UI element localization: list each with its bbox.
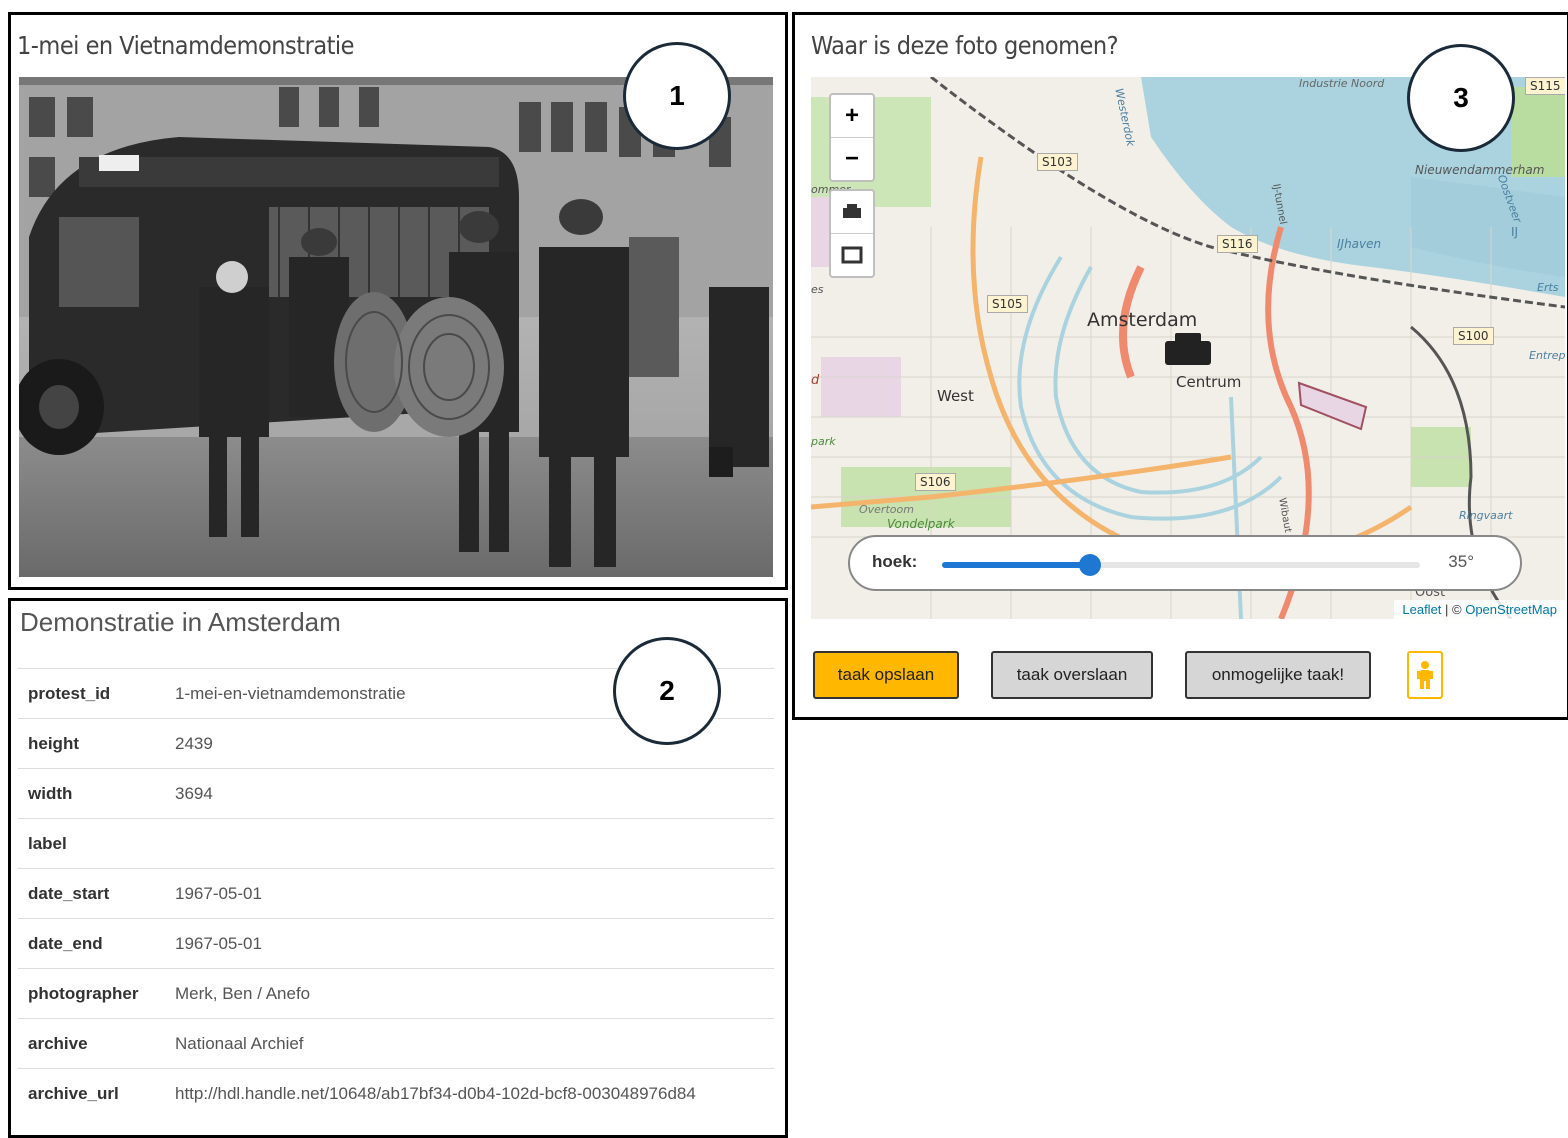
row-value: 1967-05-01 — [165, 868, 774, 919]
row-key: label — [18, 818, 165, 869]
map-panel: Waar is deze foto genomen? 3 Amsterdam C… — [792, 12, 1568, 720]
historic-photo — [19, 77, 773, 577]
step-badge-3: 3 — [1407, 44, 1515, 152]
row-value: Nationaal Archief — [165, 1018, 774, 1069]
angle-label: hoek: — [872, 552, 918, 571]
map-attribution: Leaflet | © OpenStreetMap — [1394, 600, 1565, 619]
road-shield-s103: S103 — [1037, 153, 1078, 171]
photo-title: 1-mei en Vietnamdemonstratie — [17, 31, 355, 60]
impossible-task-button[interactable]: onmogelijke taak! — [1185, 651, 1371, 699]
skip-task-button[interactable]: taak overslaan — [991, 651, 1153, 699]
road-shield-s100: S100 — [1453, 327, 1494, 345]
angle-value: 35° — [1448, 552, 1474, 571]
map-view[interactable]: Amsterdam Centrum West Nieuwendammerham … — [811, 77, 1565, 619]
map-label-overtoom: Overtoom — [859, 503, 914, 516]
row-value: http://hdl.handle.net/10648/ab17bf34-d0b… — [165, 1068, 774, 1118]
map-label-amsterdam: Amsterdam — [1087, 309, 1198, 331]
map-label-ij: IJ — [1511, 225, 1519, 239]
street-view-button[interactable] — [1407, 651, 1443, 699]
angle-slider-thumb[interactable] — [1079, 554, 1102, 576]
row-key: archive_url — [18, 1068, 165, 1118]
row-key: height — [18, 718, 165, 769]
road-shield-s106: S106 — [915, 473, 956, 491]
map-label-erts: Erts — [1537, 281, 1559, 294]
metadata-panel: Demonstratie in Amsterdam 2 protest_id 1-… — [8, 598, 788, 1138]
step-badge-1: 1 — [623, 42, 731, 150]
zoom-control: + − — [829, 93, 875, 182]
road-shield-s116: S116 — [1217, 235, 1258, 253]
row-key: date_start — [18, 868, 165, 919]
satellite-layer-button[interactable] — [831, 233, 873, 276]
map-label-ringvaart: Ringvaart — [1459, 509, 1513, 522]
layer-frame-icon — [841, 246, 863, 264]
road-shield-s115: S115 — [1525, 77, 1565, 95]
step-badge-2: 2 — [613, 637, 721, 745]
map-label-vondelpark: Vondelpark — [887, 517, 955, 531]
map-label-d: d — [811, 373, 820, 388]
map-label-entrepot: Entrep — [1529, 349, 1565, 362]
street-layer-button[interactable] — [831, 191, 873, 233]
row-key: photographer — [18, 968, 165, 1019]
camera-marker[interactable] — [1165, 333, 1211, 365]
osm-link[interactable]: OpenStreetMap — [1465, 602, 1557, 617]
angle-slider-box: hoek: 35° — [848, 535, 1522, 591]
road-shield-s105: S105 — [987, 295, 1028, 313]
map-label-industrie: Industrie Noord — [1299, 77, 1385, 90]
row-value — [165, 818, 774, 869]
leaflet-link[interactable]: Leaflet — [1402, 602, 1441, 617]
metadata-title: Demonstratie in Amsterdam — [20, 607, 341, 637]
map-label-es: es — [811, 283, 824, 296]
angle-slider[interactable] — [942, 554, 1420, 576]
table-row: archive Nationaal Archief — [18, 1018, 774, 1069]
map-label-park: park — [811, 435, 836, 448]
layer-stack-icon — [843, 204, 861, 218]
table-row: date_end 1967-05-01 — [18, 918, 774, 969]
row-value: 3694 — [165, 768, 774, 819]
map-label-west: West — [937, 387, 974, 405]
table-row: archive_url http://hdl.handle.net/10648/a… — [18, 1068, 774, 1118]
layer-control — [829, 189, 875, 278]
attribution-separator: | © — [1441, 602, 1466, 617]
photo-panel: 1-mei en Vietnamdemonstratie 1 — [8, 12, 788, 590]
pegman-icon — [1417, 661, 1433, 689]
map-label-nieuwendammerham: Nieuwendammerham — [1415, 163, 1545, 177]
row-key: archive — [18, 1018, 165, 1069]
table-row: date_start 1967-05-01 — [18, 868, 774, 919]
row-key: date_end — [18, 918, 165, 969]
map-title: Waar is deze foto genomen? — [811, 31, 1119, 60]
map-label-ijhaven: IJhaven — [1337, 237, 1382, 251]
table-row: width 3694 — [18, 768, 774, 819]
row-key: protest_id — [18, 668, 165, 719]
angle-slider-fill — [942, 562, 1091, 568]
save-task-button[interactable]: taak opslaan — [813, 651, 959, 699]
table-row: photographer Merk, Ben / Anefo — [18, 968, 774, 1019]
zoom-in-button[interactable]: + — [831, 95, 873, 137]
table-row: label — [18, 818, 774, 869]
row-key: width — [18, 768, 165, 819]
zoom-out-button[interactable]: − — [831, 137, 873, 180]
row-value: 1967-05-01 — [165, 918, 774, 969]
row-value: Merk, Ben / Anefo — [165, 968, 774, 1019]
map-label-centrum: Centrum — [1176, 373, 1242, 391]
